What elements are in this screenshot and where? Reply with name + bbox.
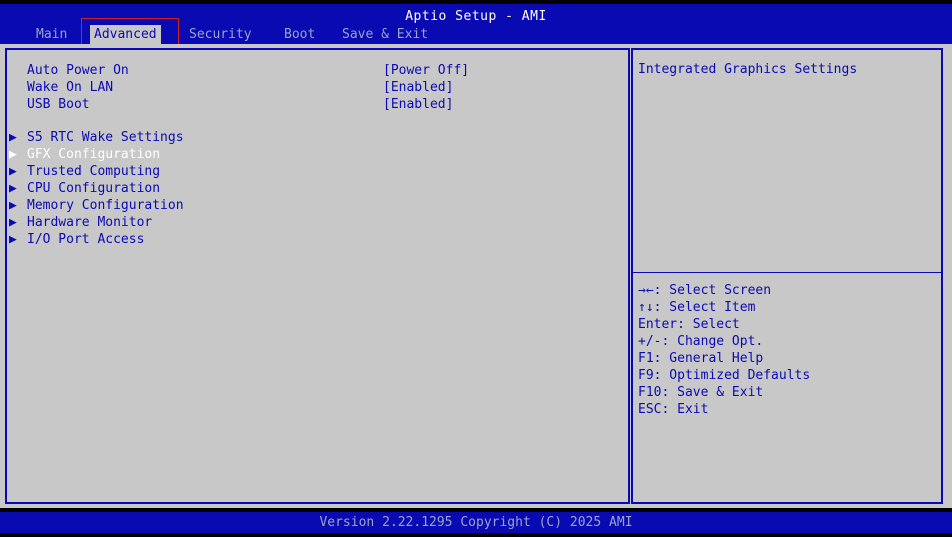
settings-panel: Auto Power On [Power Off] Wake On LAN [E…	[5, 48, 630, 504]
submenu-label: Trusted Computing	[27, 164, 161, 179]
submenu-gfx-configuration[interactable]: ▶ GFX Configuration	[7, 146, 160, 163]
triangle-right-icon: ▶	[9, 130, 17, 145]
setting-value[interactable]: [Enabled]	[383, 96, 453, 113]
submenu-label: CPU Configuration	[27, 181, 161, 196]
submenu-cpu-configuration[interactable]: ▶ CPU Configuration	[7, 180, 160, 197]
triangle-right-icon: ▶	[9, 147, 17, 162]
submenu-memory-configuration[interactable]: ▶ Memory Configuration	[7, 197, 184, 214]
setting-value[interactable]: [Enabled]	[383, 79, 453, 96]
help-description: Integrated Graphics Settings	[638, 62, 858, 77]
key-hint-enter: Enter: Select	[638, 317, 740, 332]
submenu-label: GFX Configuration	[27, 147, 161, 162]
submenu-label: Memory Configuration	[27, 198, 184, 213]
submenu-s5-rtc-wake-settings[interactable]: ▶ S5 RTC Wake Settings	[7, 129, 184, 146]
setting-value[interactable]: [Power Off]	[383, 62, 469, 79]
version-text: Version 2.22.1295 Copyright (C) 2025 AMI	[319, 515, 633, 530]
tab-save-exit[interactable]: Save & Exit	[342, 25, 428, 45]
main-area: Auto Power On [Power Off] Wake On LAN [E…	[0, 44, 952, 508]
submenu-trusted-computing[interactable]: ▶ Trusted Computing	[7, 163, 160, 180]
triangle-right-icon: ▶	[9, 198, 17, 213]
key-hint-esc-exit: ESC: Exit	[638, 402, 709, 417]
tab-advanced[interactable]: Advanced	[90, 25, 161, 45]
submenu-hardware-monitor[interactable]: ▶ Hardware Monitor	[7, 214, 152, 231]
triangle-right-icon: ▶	[9, 164, 17, 179]
key-hint-select-item: ↑↓: Select Item	[638, 300, 756, 315]
triangle-right-icon: ▶	[9, 181, 17, 196]
help-panel: Integrated Graphics Settings →←: Select …	[631, 48, 943, 504]
submenu-io-port-access[interactable]: ▶ I/O Port Access	[7, 231, 144, 248]
window-title: Aptio Setup - AMI	[405, 9, 547, 24]
triangle-right-icon: ▶	[9, 215, 17, 230]
key-hint-general-help: F1: General Help	[638, 351, 764, 366]
key-hint-select-screen: →←: Select Screen	[638, 283, 772, 298]
key-hint-optimized-defaults: F9: Optimized Defaults	[638, 368, 811, 383]
setting-label: USB Boot	[27, 97, 90, 112]
help-divider	[633, 272, 941, 273]
key-hint-change-opt: +/-: Change Opt.	[638, 334, 764, 349]
setting-label: Wake On LAN	[27, 80, 114, 95]
submenu-label: S5 RTC Wake Settings	[27, 130, 184, 145]
submenu-label: Hardware Monitor	[27, 215, 153, 230]
header-bar: Aptio Setup - AMI Main Advanced Security…	[0, 4, 952, 53]
tab-main[interactable]: Main	[36, 25, 67, 45]
tab-security[interactable]: Security	[189, 25, 252, 45]
triangle-right-icon: ▶	[9, 232, 17, 247]
submenu-label: I/O Port Access	[27, 232, 145, 247]
key-hint-save-exit: F10: Save & Exit	[638, 385, 764, 400]
tab-boot[interactable]: Boot	[284, 25, 315, 45]
footer-bar: Version 2.22.1295 Copyright (C) 2025 AMI	[0, 512, 952, 533]
setting-label: Auto Power On	[27, 63, 129, 78]
